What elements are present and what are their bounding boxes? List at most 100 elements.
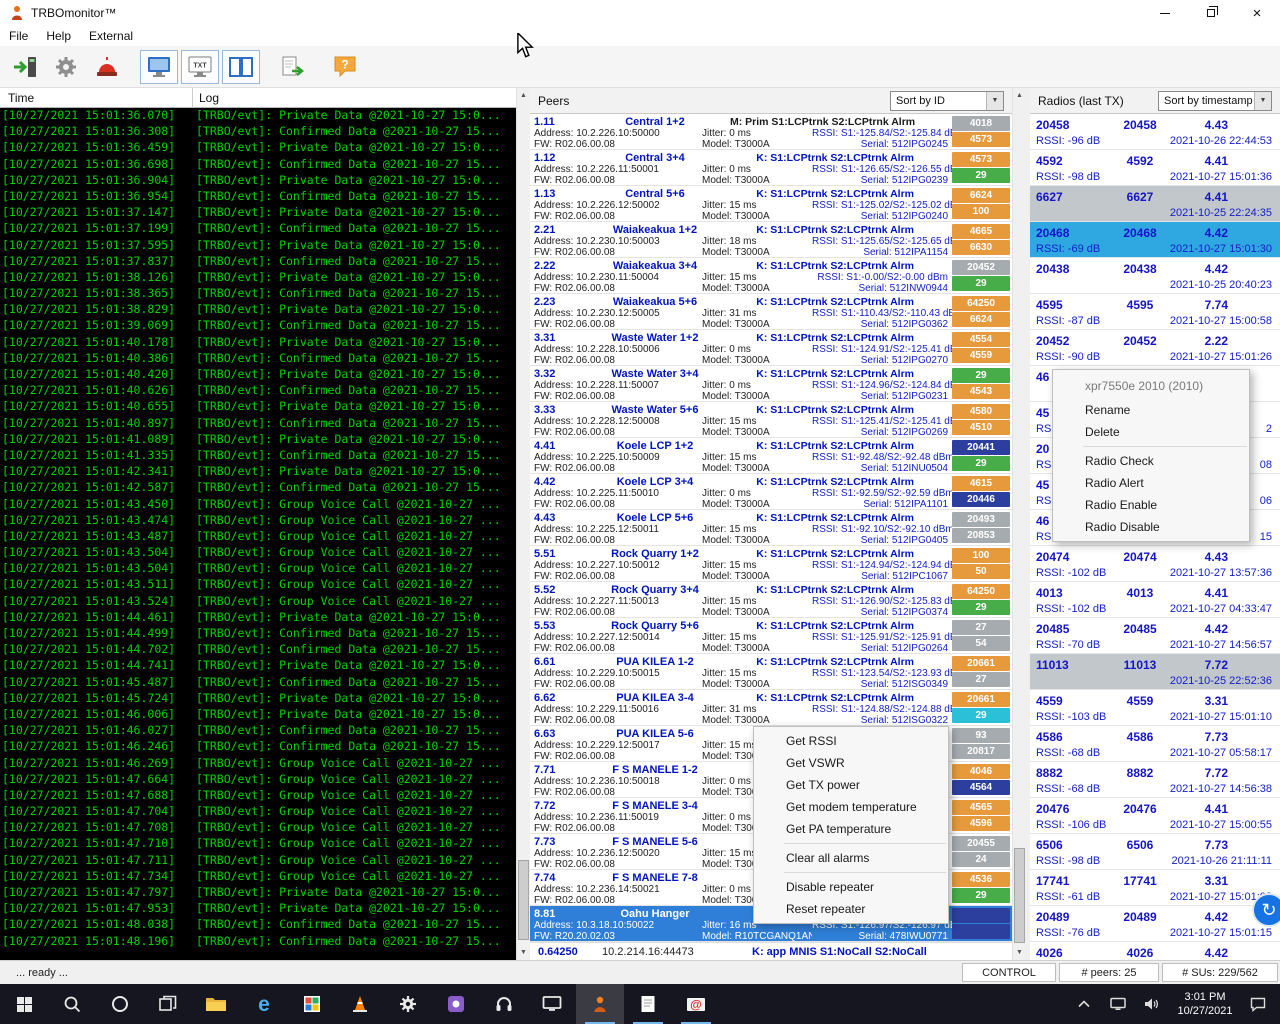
radio-row[interactable]: 455945593.31RSSI: -103 dB2021-10-27 15:0… xyxy=(1030,690,1280,726)
log-row[interactable]: [10/27/2021 15:01:47.953][TRBO/evt]: Pri… xyxy=(0,901,516,917)
restore-button[interactable] xyxy=(1188,0,1234,26)
menu-item[interactable]: Get TX power xyxy=(754,774,948,796)
peer-row[interactable]: 4.43Koele LCP 5+6K: S1:LCPtrnk S2:LCPtrn… xyxy=(530,510,1012,546)
menu-item[interactable]: Reset repeater xyxy=(754,898,948,920)
radio-row[interactable]: 11013110137.722021-10-25 22:52:36 xyxy=(1030,654,1280,690)
help-button[interactable]: ? xyxy=(326,50,364,84)
log-row[interactable]: [10/27/2021 15:01:43.504][TRBO/evt]: Gro… xyxy=(0,545,516,561)
scroll-down-icon[interactable]: ▼ xyxy=(517,945,530,960)
start-button[interactable] xyxy=(0,984,48,1024)
mail-taskbar-button[interactable]: @ xyxy=(672,984,720,1024)
peer-row[interactable]: 4.41Koele LCP 1+2K: S1:LCPtrnk S2:LCPtrn… xyxy=(530,438,1012,474)
peer-row[interactable]: 3.33Waste Water 5+6K: S1:LCPtrnk S2:LCPt… xyxy=(530,402,1012,438)
menu-item[interactable]: Clear all alarms xyxy=(754,847,948,869)
log-row[interactable]: [10/27/2021 15:01:43.524][TRBO/evt]: Gro… xyxy=(0,594,516,610)
menu-item[interactable]: Radio Disable xyxy=(1053,516,1249,538)
log-row[interactable]: [10/27/2021 15:01:43.504][TRBO/evt]: Gro… xyxy=(0,561,516,577)
log-scrollbar[interactable]: ▲ ▼ xyxy=(516,88,530,960)
radio-row[interactable]: 458645867.73RSSI: -68 dB2021-10-27 05:58… xyxy=(1030,726,1280,762)
taskbar-settings-button[interactable] xyxy=(384,984,432,1024)
log-row[interactable]: [10/27/2021 15:01:41.089][TRBO/evt]: Pri… xyxy=(0,432,516,448)
radio-row[interactable]: 459245924.41RSSI: -98 dB2021-10-27 15:01… xyxy=(1030,150,1280,186)
peer-row[interactable]: 5.51Rock Quarry 1+2K: S1:LCPtrnk S2:LCPt… xyxy=(530,546,1012,582)
log-row[interactable]: [10/27/2021 15:01:36.698][TRBO/evt]: Con… xyxy=(0,157,516,173)
log-row[interactable]: [10/27/2021 15:01:36.904][TRBO/evt]: Pri… xyxy=(0,173,516,189)
peer-row[interactable]: 2.21Waiakeakua 1+2K: S1:LCPtrnk S2:LCPtr… xyxy=(530,222,1012,258)
log-row[interactable]: [10/27/2021 15:01:44.499][TRBO/evt]: Con… xyxy=(0,626,516,642)
peer-row[interactable]: 2.23Waiakeakua 5+6K: S1:LCPtrnk S2:LCPtr… xyxy=(530,294,1012,330)
log-column-time[interactable]: Time xyxy=(0,88,193,107)
chevron-down-icon[interactable]: ▼ xyxy=(1254,92,1271,110)
edge-button[interactable]: e xyxy=(240,984,288,1024)
peer-row[interactable]: 6.62PUA KILEA 3-4K: S1:LCPtrnk S2:LCPtrn… xyxy=(530,690,1012,726)
minimize-button[interactable] xyxy=(1142,0,1188,26)
log-row[interactable]: [10/27/2021 15:01:47.711][TRBO/evt]: Gro… xyxy=(0,853,516,869)
peer-row[interactable]: 1.13Central 5+6K: S1:LCPtrnk S2:LCPtrnk … xyxy=(530,186,1012,222)
scroll-up-icon[interactable]: ▲ xyxy=(517,88,530,103)
log-row[interactable]: [10/27/2021 15:01:40.178][TRBO/evt]: Pri… xyxy=(0,335,516,351)
radio-row[interactable]: 401340134.41RSSI: -102 dB2021-10-27 04:3… xyxy=(1030,582,1280,618)
log-row[interactable]: [10/27/2021 15:01:45.487][TRBO/evt]: Con… xyxy=(0,675,516,691)
peer-row[interactable]: 5.53Rock Quarry 5+6K: S1:LCPtrnk S2:LCPt… xyxy=(530,618,1012,654)
alarms-button[interactable] xyxy=(88,50,126,84)
close-button[interactable]: × xyxy=(1234,0,1280,26)
log-row[interactable]: [10/27/2021 15:01:47.734][TRBO/evt]: Gro… xyxy=(0,869,516,885)
menu-external[interactable]: External xyxy=(80,26,142,46)
log-row[interactable]: [10/27/2021 15:01:46.269][TRBO/evt]: Gro… xyxy=(0,756,516,772)
menu-item[interactable]: Get PA temperature xyxy=(754,818,948,840)
radio-row[interactable]: 20476204764.41RSSI: -106 dB2021-10-27 15… xyxy=(1030,798,1280,834)
radio-row[interactable]: 20474204744.43RSSI: -102 dB2021-10-27 13… xyxy=(1030,546,1280,582)
log-row[interactable]: [10/27/2021 15:01:44.741][TRBO/evt]: Pri… xyxy=(0,658,516,674)
task-view-button[interactable] xyxy=(144,984,192,1024)
chevron-down-icon[interactable]: ▼ xyxy=(986,92,1003,110)
radio-row[interactable]: 20485204854.42RSSI: -70 dB2021-10-27 14:… xyxy=(1030,618,1280,654)
peers-scrollbar-thumb[interactable] xyxy=(1014,848,1025,943)
purple-app-button[interactable] xyxy=(432,984,480,1024)
log-row[interactable]: [10/27/2021 15:01:47.664][TRBO/evt]: Gro… xyxy=(0,772,516,788)
log-row[interactable]: [10/27/2021 15:01:43.511][TRBO/evt]: Gro… xyxy=(0,577,516,593)
log-row[interactable]: [10/27/2021 15:01:47.688][TRBO/evt]: Gro… xyxy=(0,788,516,804)
menu-item[interactable]: Get RSSI xyxy=(754,730,948,752)
log-row[interactable]: [10/27/2021 15:01:44.702][TRBO/evt]: Con… xyxy=(0,642,516,658)
peers-sort-dropdown[interactable]: Sort by ID ▼ xyxy=(890,91,1004,111)
action-center-button[interactable] xyxy=(1241,997,1275,1012)
control-button[interactable]: CONTROL xyxy=(962,963,1056,982)
log-row[interactable]: [10/27/2021 15:01:36.459][TRBO/evt]: Pri… xyxy=(0,140,516,156)
log-row[interactable]: [10/27/2021 15:01:48.038][TRBO/evt]: Con… xyxy=(0,917,516,933)
notepad-taskbar-button[interactable] xyxy=(624,984,672,1024)
log-row[interactable]: [10/27/2021 15:01:46.027][TRBO/evt]: Con… xyxy=(0,723,516,739)
peers-scrollbar[interactable]: ▲ ▼ xyxy=(1012,88,1026,960)
log-row[interactable]: [10/27/2021 15:01:43.474][TRBO/evt]: Gro… xyxy=(0,513,516,529)
split-view-button[interactable] xyxy=(222,50,260,84)
menu-item[interactable]: Radio Enable xyxy=(1053,494,1249,516)
log-row[interactable]: [10/27/2021 15:01:48.196][TRBO/evt]: Con… xyxy=(0,934,516,950)
radio-row[interactable]: 17741177413.31RSSI: -61 dB2021-10-27 15:… xyxy=(1030,870,1280,906)
log-row[interactable]: [10/27/2021 15:01:36.070][TRBO/evt]: Pri… xyxy=(0,108,516,124)
radio-row[interactable]: 20438204384.422021-10-25 20:40:23 xyxy=(1030,258,1280,294)
radio-row[interactable]: 20489204894.42RSSI: -76 dB2021-10-27 15:… xyxy=(1030,906,1280,942)
log-row[interactable]: [10/27/2021 15:01:44.461][TRBO/evt]: Pri… xyxy=(0,610,516,626)
menu-item[interactable]: Radio Check xyxy=(1053,450,1249,472)
log-row[interactable]: [10/27/2021 15:01:37.199][TRBO/evt]: Con… xyxy=(0,221,516,237)
log-row[interactable]: [10/27/2021 15:01:38.365][TRBO/evt]: Con… xyxy=(0,286,516,302)
radio-row[interactable]: 650665067.73RSSI: -98 dB2021-10-26 21:11… xyxy=(1030,834,1280,870)
log-row[interactable]: [10/27/2021 15:01:43.450][TRBO/evt]: Gro… xyxy=(0,497,516,513)
monitor-view-button[interactable] xyxy=(140,50,178,84)
menu-item[interactable]: Delete xyxy=(1053,421,1249,443)
peers-footer-row[interactable]: 0.64250 10.2.214.16:44473 K: app MNIS S1… xyxy=(530,942,1012,960)
log-row[interactable]: [10/27/2021 15:01:40.626][TRBO/evt]: Con… xyxy=(0,383,516,399)
log-row[interactable]: [10/27/2021 15:01:37.595][TRBO/evt]: Pri… xyxy=(0,238,516,254)
radio-row[interactable]: 459545957.74RSSI: -87 dB2021-10-27 15:00… xyxy=(1030,294,1280,330)
export-button[interactable] xyxy=(274,50,312,84)
log-row[interactable]: [10/27/2021 15:01:40.386][TRBO/evt]: Con… xyxy=(0,351,516,367)
menu-help[interactable]: Help xyxy=(37,26,80,46)
peer-row[interactable]: 3.32Waste Water 3+4K: S1:LCPtrnk S2:LCPt… xyxy=(530,366,1012,402)
log-row[interactable]: [10/27/2021 15:01:40.897][TRBO/evt]: Con… xyxy=(0,416,516,432)
log-row[interactable]: [10/27/2021 15:01:45.724][TRBO/evt]: Pri… xyxy=(0,691,516,707)
radio-row[interactable]: 888288827.72RSSI: -68 dB2021-10-27 14:56… xyxy=(1030,762,1280,798)
radio-row[interactable]: 20452204522.22RSSI: -90 dB2021-10-27 15:… xyxy=(1030,330,1280,366)
scroll-up-icon[interactable]: ▲ xyxy=(1013,88,1026,103)
menu-item[interactable]: Disable repeater xyxy=(754,876,948,898)
log-row[interactable]: [10/27/2021 15:01:47.708][TRBO/evt]: Gro… xyxy=(0,820,516,836)
log-row[interactable]: [10/27/2021 15:01:46.006][TRBO/evt]: Pri… xyxy=(0,707,516,723)
